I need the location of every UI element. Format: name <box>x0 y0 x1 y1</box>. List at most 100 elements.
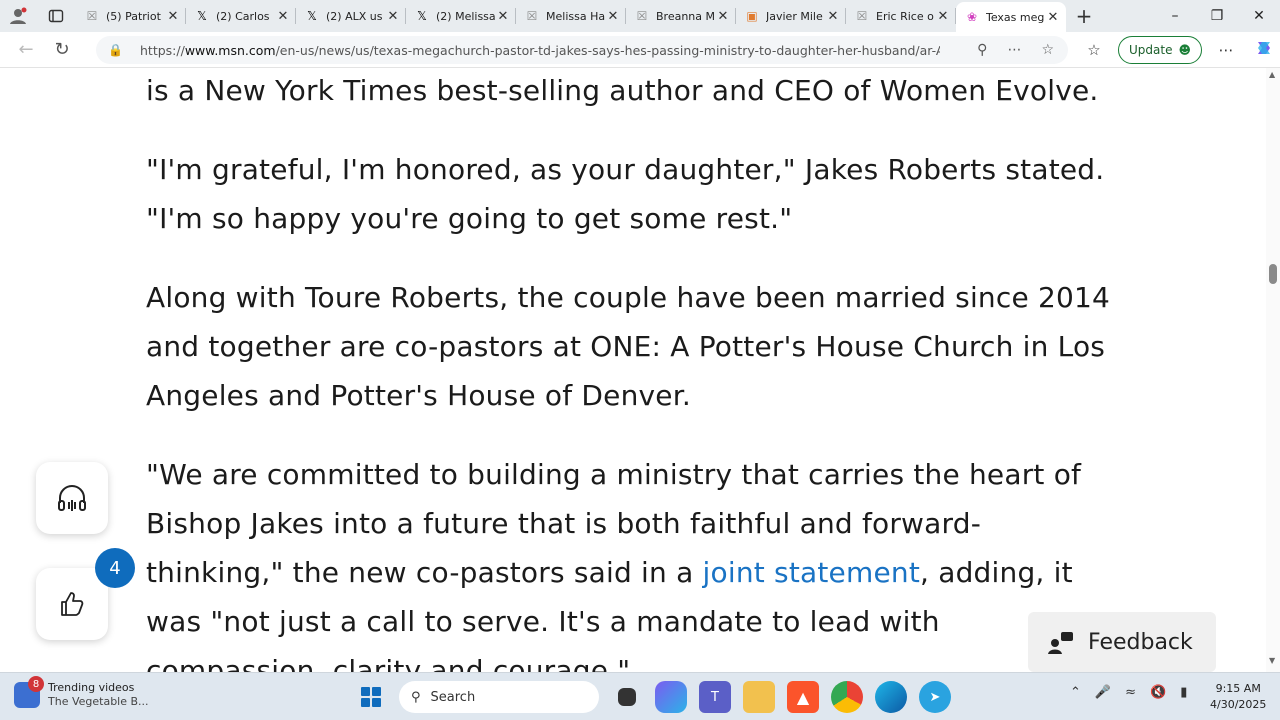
widgets-button[interactable]: 8 Trending videos The Vegetable B... <box>14 676 149 709</box>
tab-title: Texas meg <box>986 10 1045 24</box>
close-tab-icon[interactable]: ✕ <box>936 9 950 24</box>
microphone-icon[interactable]: 🎤 <box>1095 685 1111 700</box>
url-text[interactable]: https://www.msn.com/en-us/news/us/texas-… <box>140 43 940 58</box>
like-count-badge: 4 <box>95 548 135 588</box>
tab-title: Breanna M <box>656 9 716 23</box>
vertical-scrollbar[interactable]: ▲ ▼ <box>1266 68 1280 672</box>
close-tab-icon[interactable]: ✕ <box>276 9 290 24</box>
feedback-label: Feedback <box>1088 629 1193 655</box>
scroll-up-arrow-icon[interactable]: ▲ <box>1269 70 1275 79</box>
close-tab-icon[interactable]: ✕ <box>496 9 510 24</box>
browser-tab[interactable]: ▣ Javier Mile ✕ <box>736 0 846 32</box>
copilot-icon[interactable] <box>1250 38 1278 62</box>
address-bar[interactable]: 🔒 https://www.msn.com/en-us/news/us/texa… <box>96 36 1068 64</box>
page-icon: ▣ <box>746 9 758 23</box>
browser-tab[interactable]: ☒ (5) Patriot ✕ <box>76 0 186 32</box>
favorite-star-icon[interactable]: ☆ <box>1041 42 1054 58</box>
close-tab-icon[interactable]: ✕ <box>606 9 620 24</box>
windows-taskbar: 8 Trending videos The Vegetable B... ⚲ S… <box>0 672 1280 720</box>
close-window-button[interactable]: ✕ <box>1238 8 1280 24</box>
battery-icon[interactable]: ▮ <box>1180 685 1187 700</box>
widgets-subtitle: The Vegetable B... <box>48 695 149 708</box>
minimize-button[interactable]: – <box>1154 8 1196 24</box>
browser-tab[interactable]: 𝕏 (2) Melissa ✕ <box>406 0 516 32</box>
brave-icon[interactable]: ▲ <box>787 681 819 713</box>
widgets-title: Trending videos <box>48 681 135 694</box>
clock-date: 4/30/2025 <box>1210 698 1267 711</box>
msn-icon: ❀ <box>966 10 978 24</box>
update-icon: ☻ <box>1178 43 1191 57</box>
edge-icon[interactable] <box>875 681 907 713</box>
browser-tab[interactable]: ☒ Eric Rice o ✕ <box>846 0 956 32</box>
tab-title: (2) ALX us <box>326 9 383 23</box>
restore-button[interactable]: ❐ <box>1196 8 1238 24</box>
favorites-icon[interactable]: ☆ <box>1080 41 1108 59</box>
chevron-up-icon[interactable]: ⌃ <box>1070 685 1081 700</box>
file-explorer-icon[interactable] <box>743 681 775 713</box>
close-tab-icon[interactable]: ✕ <box>716 9 730 24</box>
page-content: is a New York Times best-selling author … <box>0 68 1266 672</box>
search-icon: ⚲ <box>411 689 421 705</box>
close-tab-icon[interactable]: ✕ <box>386 9 400 24</box>
article-paragraph: is a New York Times best-selling author … <box>146 74 1099 107</box>
thumbs-up-icon <box>61 592 84 616</box>
tab-title: Eric Rice o <box>876 9 934 23</box>
browser-tab[interactable]: 𝕏 (2) ALX us ✕ <box>296 0 406 32</box>
teams-icon[interactable]: T <box>699 681 731 713</box>
tab-title: (2) Carlos <box>216 9 270 23</box>
profile-icon <box>10 7 27 24</box>
widgets-badge: 8 <box>28 676 44 692</box>
browser-tab[interactable]: ❀ Texas meg ✕ <box>956 2 1066 32</box>
back-button[interactable]: ← <box>8 39 44 60</box>
clock-time: 9:15 AM <box>1215 682 1261 695</box>
article-paragraph: "I'm grateful, I'm honored, as your daug… <box>146 153 1105 235</box>
new-tab-button[interactable]: + <box>1066 4 1102 28</box>
task-view-icon[interactable] <box>618 688 636 706</box>
more-page-actions-icon[interactable]: ⋯ <box>1007 42 1021 58</box>
x-icon: ☒ <box>856 9 868 23</box>
article-paragraph: Along with Toure Roberts, the couple hav… <box>146 281 1111 412</box>
tab-title: Melissa Ha <box>546 9 606 23</box>
tab-title: (2) Melissa <box>436 9 496 23</box>
refresh-button[interactable]: ↻ <box>44 39 80 60</box>
settings-menu-icon[interactable]: ⋯ <box>1212 41 1240 59</box>
x-logo-icon: 𝕏 <box>197 9 207 23</box>
tab-title: Javier Mile <box>766 9 823 23</box>
lock-icon: 🔒 <box>108 43 123 57</box>
address-toolbar: ← ↻ 🔒 https://www.msn.com/en-us/news/us/… <box>0 32 1280 68</box>
scroll-down-arrow-icon[interactable]: ▼ <box>1269 656 1275 665</box>
headphones-icon <box>58 485 86 511</box>
tab-title: (5) Patriot <box>106 9 161 23</box>
scroll-thumb[interactable] <box>1269 264 1277 284</box>
taskbar-search[interactable]: ⚲ Search <box>399 681 599 713</box>
clock[interactable]: 9:15 AM 4/30/2025 <box>1210 681 1266 713</box>
wifi-icon[interactable]: ≈ <box>1125 685 1136 700</box>
widgets-icon: 8 <box>14 676 44 708</box>
update-button[interactable]: Update ☻ <box>1118 36 1202 64</box>
close-tab-icon[interactable]: ✕ <box>1046 10 1060 25</box>
joint-statement-link[interactable]: joint statement <box>703 556 920 589</box>
listen-button[interactable] <box>36 462 108 534</box>
start-button[interactable] <box>355 681 387 713</box>
tab-strip: ☒ (5) Patriot ✕ 𝕏 (2) Carlos ✕ 𝕏 (2) ALX us ✕ 𝕏 (2… <box>0 0 1280 32</box>
tab-actions-icon <box>48 9 64 23</box>
browser-tab[interactable]: ☒ Breanna M ✕ <box>626 0 736 32</box>
x-logo-icon: 𝕏 <box>307 9 317 23</box>
close-tab-icon[interactable]: ✕ <box>166 9 180 24</box>
feedback-button[interactable]: Feedback <box>1028 612 1216 672</box>
article-paragraph: "We are committed to building a ministry… <box>146 458 1082 672</box>
telegram-icon[interactable]: ➤ <box>919 681 951 713</box>
update-label: Update <box>1129 43 1173 57</box>
copilot-app-icon[interactable] <box>655 681 687 713</box>
volume-muted-icon[interactable]: 🔇 <box>1150 685 1166 700</box>
browser-tab[interactable]: 𝕏 (2) Carlos ✕ <box>186 0 296 32</box>
profile-button[interactable] <box>0 0 36 32</box>
chrome-icon[interactable] <box>831 681 863 713</box>
feedback-icon <box>1048 632 1073 654</box>
tab-actions-button[interactable] <box>36 0 76 32</box>
x-icon: ☒ <box>86 9 98 23</box>
x-icon: ☒ <box>636 9 648 23</box>
close-tab-icon[interactable]: ✕ <box>826 9 840 24</box>
zoom-icon[interactable]: ⚲ <box>977 42 987 58</box>
browser-tab[interactable]: ☒ Melissa Ha ✕ <box>516 0 626 32</box>
